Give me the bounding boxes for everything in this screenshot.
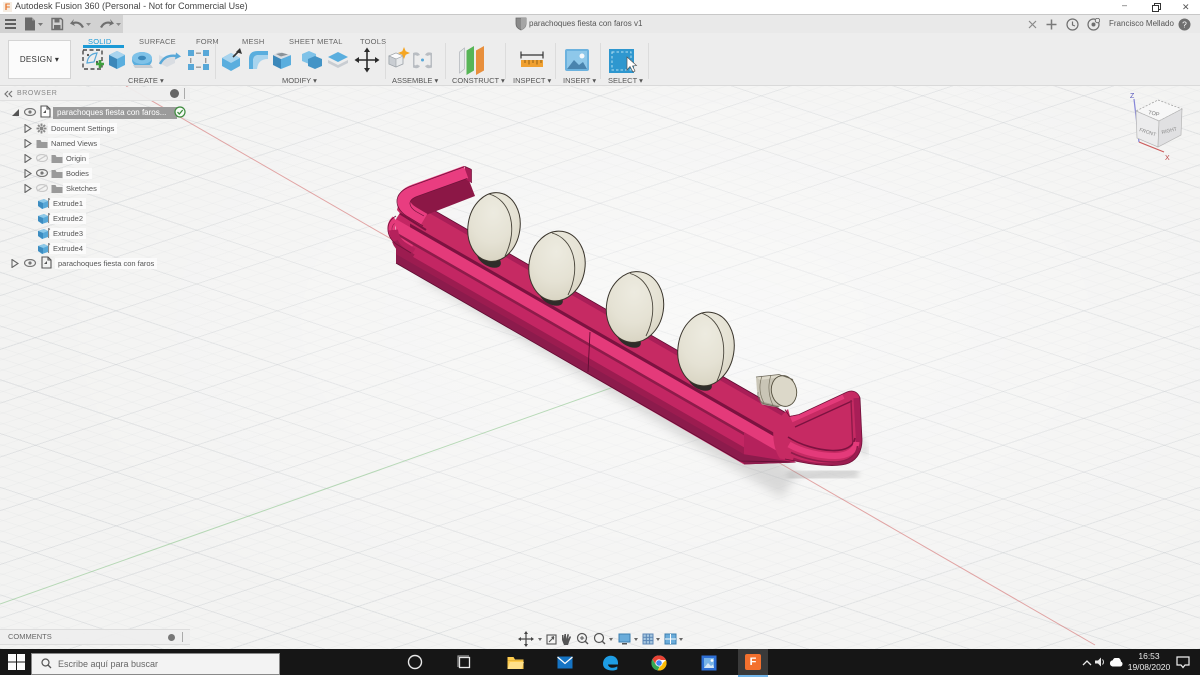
svg-text:Z: Z <box>1130 93 1135 100</box>
svg-text:?: ? <box>1182 19 1187 29</box>
svg-text:X: X <box>1165 155 1170 162</box>
